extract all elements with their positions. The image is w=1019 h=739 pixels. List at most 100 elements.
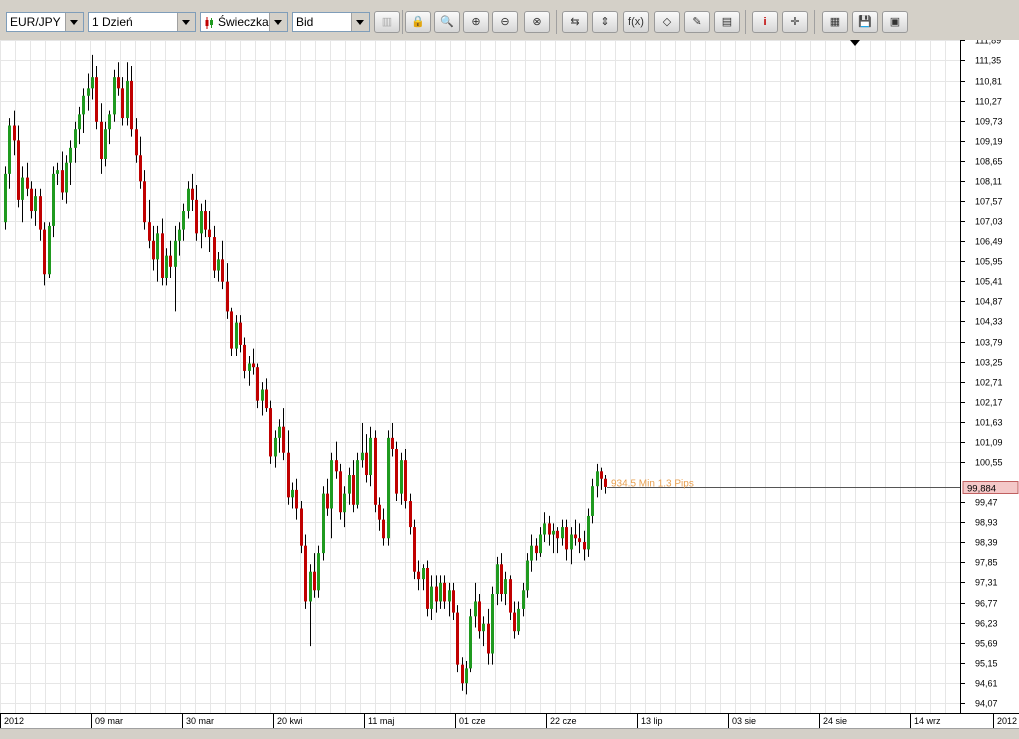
candle-body[interactable]	[152, 240, 155, 260]
candle-body[interactable]	[461, 664, 464, 684]
news-button[interactable]: ▤	[714, 11, 740, 33]
candle-body[interactable]	[65, 162, 68, 193]
candle-body[interactable]	[278, 426, 281, 438]
candle-body[interactable]	[504, 579, 507, 595]
candle-body[interactable]	[69, 147, 72, 163]
candle-body[interactable]	[604, 478, 607, 487]
candle-body[interactable]	[596, 471, 599, 487]
candle-body[interactable]	[517, 608, 520, 632]
candle-body[interactable]	[56, 170, 59, 174]
candle-body[interactable]	[187, 188, 190, 212]
candle-body[interactable]	[382, 519, 385, 539]
candle-body[interactable]	[108, 114, 111, 130]
candle-body[interactable]	[439, 582, 442, 602]
candle-body[interactable]	[330, 460, 333, 509]
candle-body[interactable]	[378, 504, 381, 520]
grid-button[interactable]: ▦	[822, 11, 848, 33]
price-axis[interactable]: 111,89 111,35 110,81 110,27 109,73 109,19 108,…	[960, 36, 1019, 713]
candle-body[interactable]	[252, 363, 255, 368]
candle-body[interactable]	[474, 601, 477, 617]
candle-body[interactable]	[491, 594, 494, 654]
candle-body[interactable]	[583, 541, 586, 550]
candle-body[interactable]	[217, 259, 220, 271]
candle-body[interactable]	[300, 508, 303, 546]
candle-body[interactable]	[395, 449, 398, 494]
candle-body[interactable]	[139, 155, 142, 182]
candle-body[interactable]	[143, 181, 146, 223]
candle-body[interactable]	[500, 564, 503, 595]
horizontal-scale-button[interactable]: ⇆	[562, 11, 588, 33]
candle-body[interactable]	[191, 188, 194, 200]
candle-body[interactable]	[200, 211, 203, 234]
zoom-out-button[interactable]: ⊖	[492, 11, 518, 33]
candle-body[interactable]	[417, 571, 420, 580]
candle-body[interactable]	[326, 493, 329, 509]
candle-body[interactable]	[522, 590, 525, 609]
candle-body[interactable]	[195, 199, 198, 234]
zoom-in-button[interactable]: ⊕	[463, 11, 489, 33]
info-button[interactable]: i	[752, 11, 778, 33]
candle-body[interactable]	[52, 173, 55, 226]
candle-body[interactable]	[304, 545, 307, 602]
candle-body[interactable]	[591, 486, 594, 516]
candle-body[interactable]	[574, 534, 577, 539]
candle-body[interactable]	[256, 367, 259, 401]
vertical-scale-button[interactable]: ⇕	[592, 11, 618, 33]
candle-body[interactable]	[30, 188, 33, 212]
candle-body[interactable]	[565, 527, 568, 550]
candle-body[interactable]	[126, 80, 129, 119]
candle-body[interactable]	[456, 612, 459, 665]
candle-body[interactable]	[356, 460, 359, 505]
candle-body[interactable]	[422, 567, 425, 580]
candle-body[interactable]	[496, 564, 499, 595]
candle-body[interactable]	[43, 229, 46, 275]
chart-area[interactable]: 934.5 Min 1.3 Pips	[0, 40, 961, 713]
candle-body[interactable]	[400, 460, 403, 494]
candle-body[interactable]	[130, 80, 133, 130]
candle-body[interactable]	[121, 88, 124, 119]
candle-body[interactable]	[265, 389, 268, 409]
candle-body[interactable]	[291, 489, 294, 498]
candle-body[interactable]	[135, 129, 138, 156]
candle-body[interactable]	[161, 233, 164, 278]
candle-body[interactable]	[74, 129, 77, 148]
candle-body[interactable]	[61, 170, 64, 193]
candle-body[interactable]	[282, 426, 285, 453]
candle-body[interactable]	[365, 452, 368, 476]
price-side-select[interactable]: Bid	[292, 12, 370, 32]
candle-body[interactable]	[169, 255, 172, 267]
candle-body[interactable]	[339, 471, 342, 513]
save-button[interactable]: 💾	[852, 11, 878, 33]
candle-body[interactable]	[552, 530, 555, 535]
candle-body[interactable]	[587, 515, 590, 550]
candle-body[interactable]	[17, 140, 20, 200]
candle-body[interactable]	[530, 545, 533, 561]
candle-body[interactable]	[539, 534, 542, 554]
candle-body[interactable]	[26, 177, 29, 189]
indicators-button[interactable]: ✎	[684, 11, 710, 33]
crosshair-button[interactable]: ✛	[782, 11, 808, 33]
candle-body[interactable]	[4, 173, 7, 223]
zoom-all-button[interactable]: ⊗	[524, 11, 550, 33]
candle-body[interactable]	[156, 233, 159, 260]
candle-body[interactable]	[174, 240, 177, 267]
candle-body[interactable]	[526, 560, 529, 591]
candle-body[interactable]	[430, 586, 433, 609]
candle-body[interactable]	[295, 489, 298, 509]
candle-body[interactable]	[548, 523, 551, 535]
candle-body[interactable]	[78, 114, 81, 130]
chevron-down-icon[interactable]	[65, 13, 83, 31]
candle-body[interactable]	[561, 527, 564, 539]
candle-body[interactable]	[91, 77, 94, 89]
candle-body[interactable]	[287, 452, 290, 498]
candle-body[interactable]	[535, 545, 538, 554]
candle-body[interactable]	[556, 530, 559, 539]
candle-body[interactable]	[391, 437, 394, 450]
candle-body[interactable]	[335, 460, 338, 472]
candle-body[interactable]	[469, 616, 472, 669]
chart-type-select[interactable]: Świeczka	[200, 12, 288, 32]
candle-body[interactable]	[117, 77, 120, 89]
candle-body[interactable]	[317, 553, 320, 591]
candlestick-chart[interactable]: 934.5 Min 1.3 Pips	[0, 40, 961, 713]
candle-body[interactable]	[148, 222, 151, 241]
